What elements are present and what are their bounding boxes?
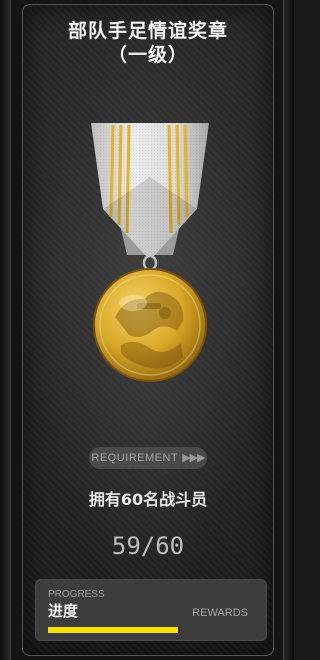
- achievement-card[interactable]: 部队手足情谊奖章 （一级） REQUIREMENT ▶▶▶ 拥有60名战斗员 5…: [22, 4, 274, 656]
- previous-card-edge[interactable]: [0, 0, 11, 660]
- requirement-label: REQUIREMENT ▶▶▶: [89, 447, 207, 469]
- achievement-title: 部队手足情谊奖章 （一级）: [23, 19, 273, 67]
- progress-bar: [48, 627, 180, 633]
- triple-arrow-icon: ▶▶▶: [182, 452, 205, 464]
- progress-panel[interactable]: PROGRESS 进度 REWARDS: [35, 579, 267, 641]
- requirement-text: 拥有60名战斗员: [88, 490, 208, 509]
- requirement-label-text: REQUIREMENT: [91, 452, 179, 464]
- title-line-2: （一级）: [107, 44, 188, 66]
- progress-bar-fill: [48, 627, 178, 633]
- rewards-button[interactable]: REWARDS: [192, 606, 248, 620]
- progress-label-en: PROGRESS: [48, 589, 105, 600]
- screen: 部队手足情谊奖章 （一级） REQUIREMENT ▶▶▶ 拥有60名战斗员 5…: [0, 0, 294, 660]
- progress-count: 59/60: [111, 532, 185, 560]
- next-card-edge[interactable]: [283, 0, 294, 660]
- title-line-1: 部队手足情谊奖章: [67, 20, 228, 42]
- medal-ring: [142, 254, 158, 272]
- medal-icon: [91, 123, 209, 382]
- progress-label-cn: 进度: [48, 602, 79, 620]
